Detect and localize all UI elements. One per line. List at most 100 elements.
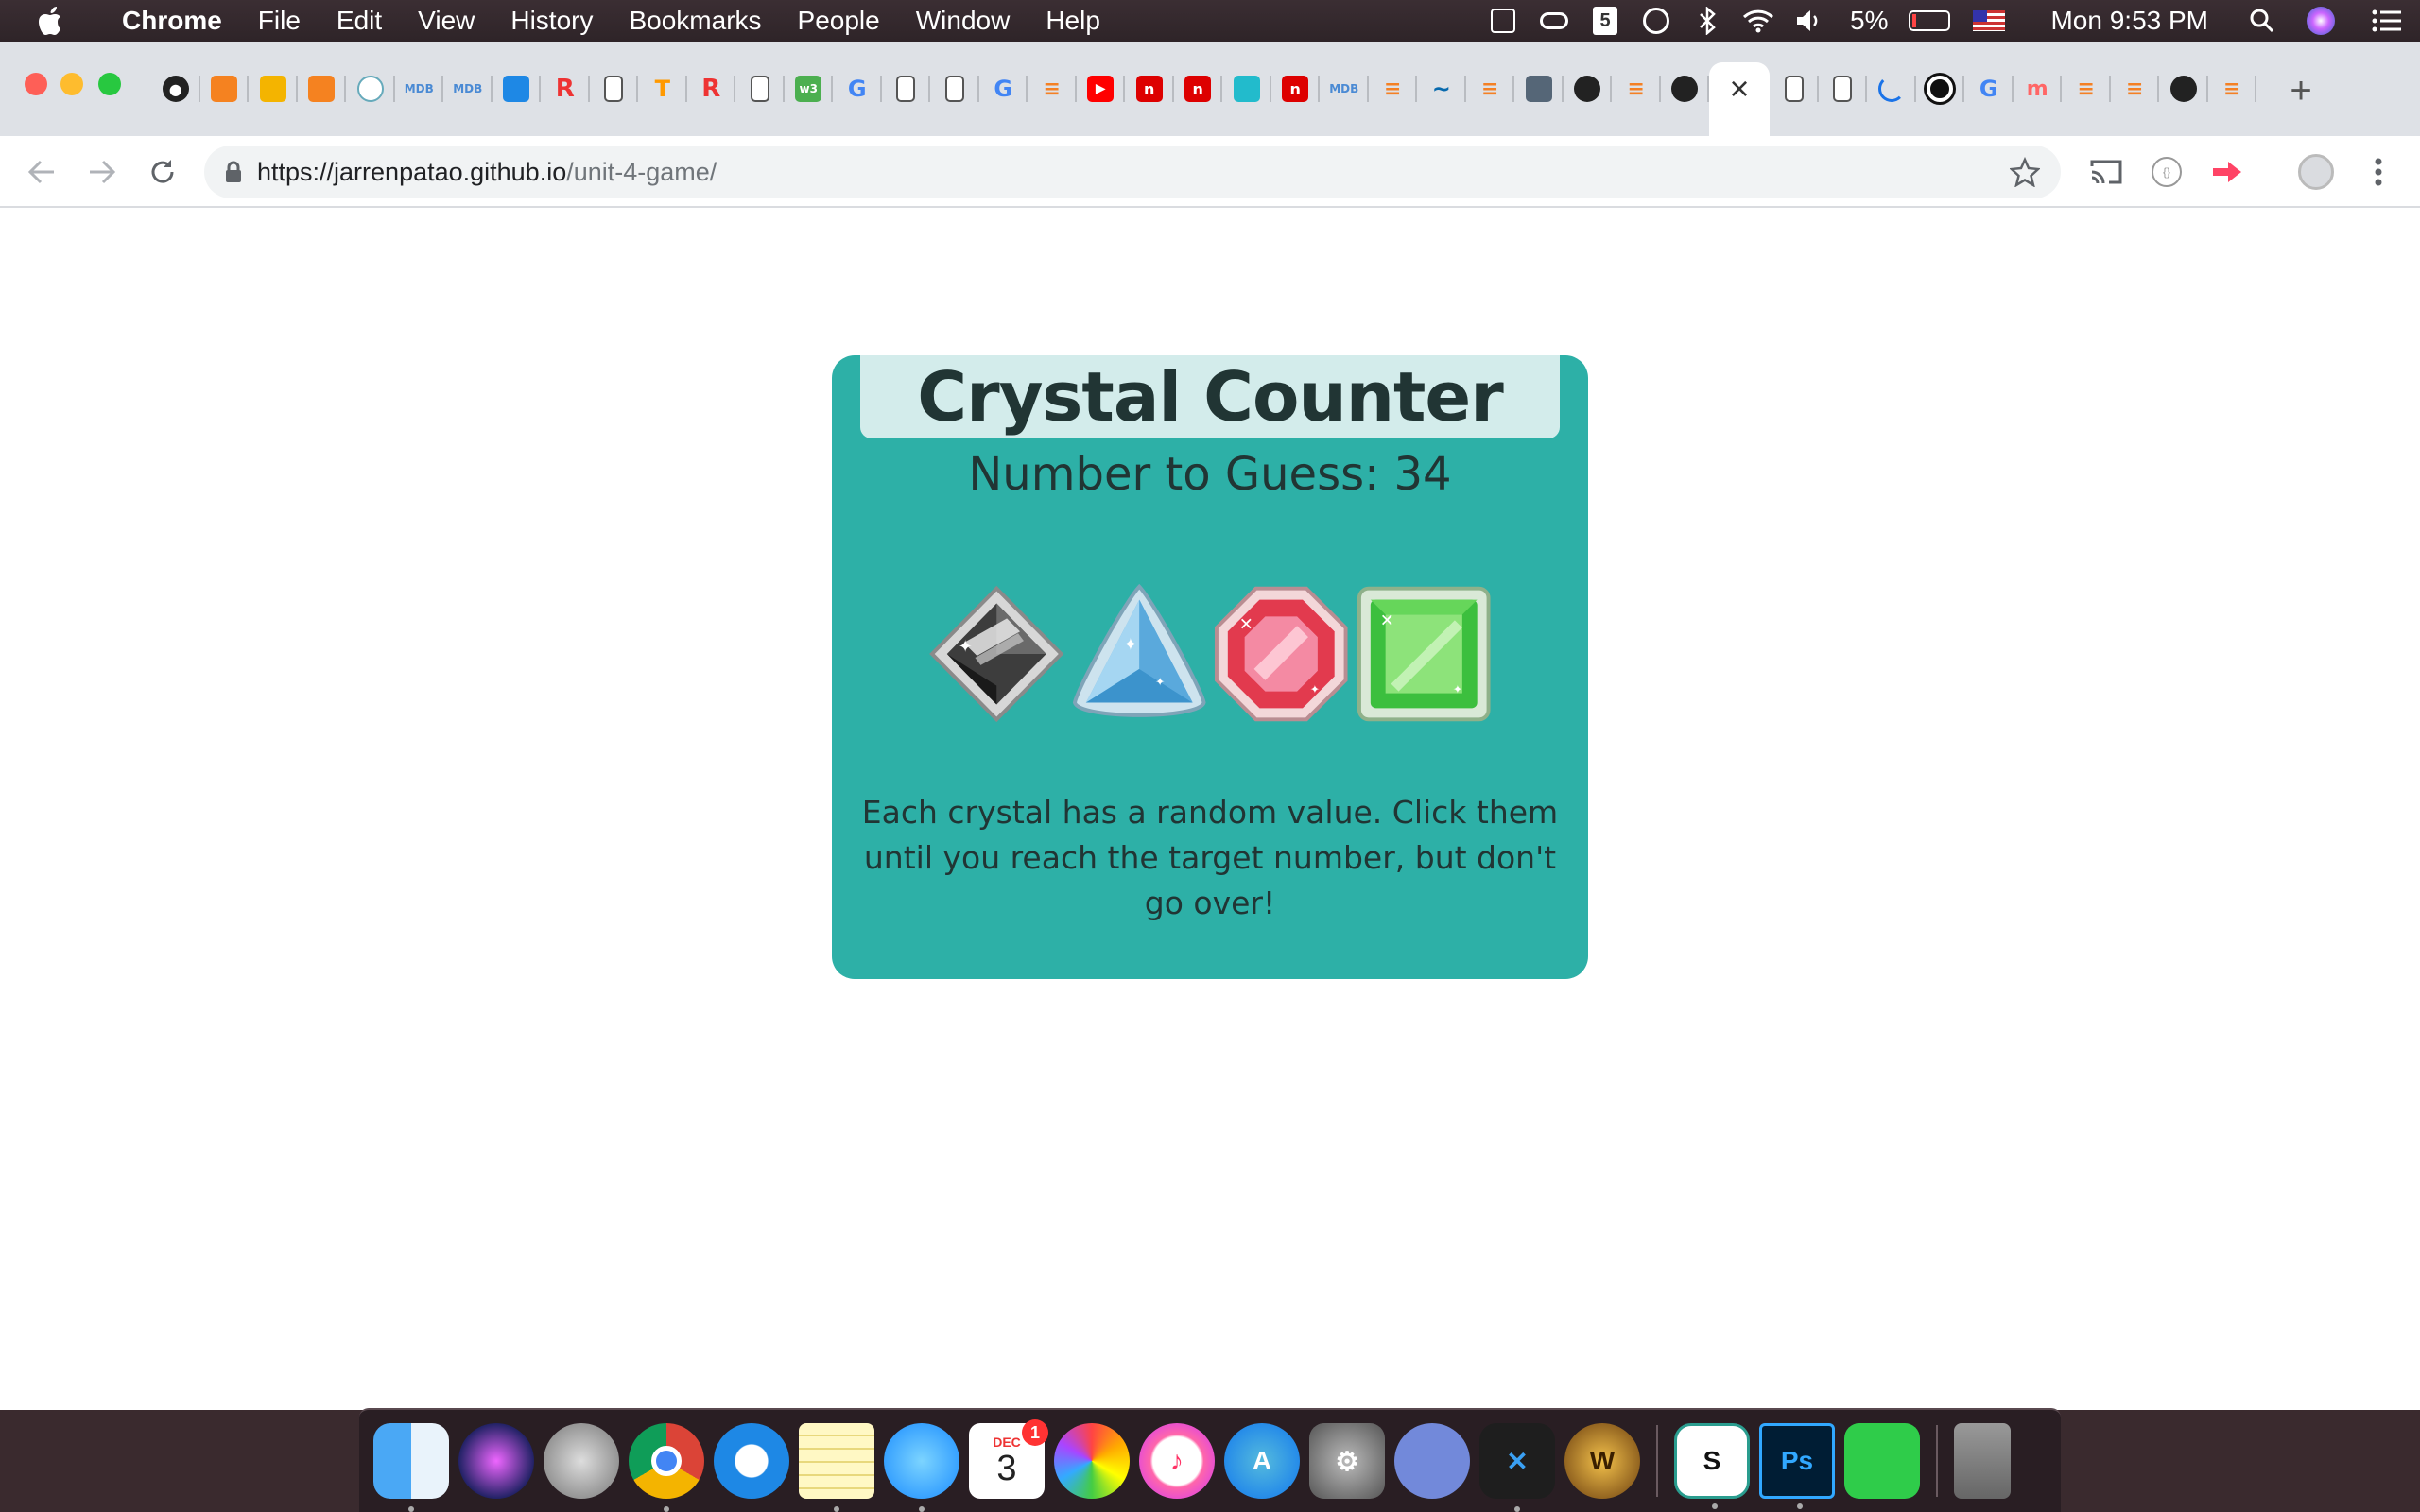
tab-loading[interactable] — [1867, 62, 1916, 115]
safari-app-icon[interactable] — [714, 1423, 789, 1499]
wifi-icon[interactable] — [1733, 0, 1784, 42]
tab-doc-5[interactable] — [1770, 62, 1819, 115]
tab-chart[interactable] — [1222, 62, 1271, 115]
tab-stackoverflow-2[interactable]: ≡ — [1369, 62, 1418, 115]
app-store-icon[interactable]: A — [1224, 1423, 1300, 1499]
menu-chrome[interactable]: Chrome — [104, 6, 240, 36]
system-preferences-icon[interactable]: ⚙ — [1309, 1423, 1385, 1499]
red-crystal[interactable]: ✕ ✦ — [1211, 582, 1352, 726]
json-extension-icon[interactable]: {} — [2144, 149, 2189, 195]
window-minimize-button[interactable] — [60, 73, 83, 95]
tab-w3[interactable]: w3 — [785, 62, 834, 115]
new-tab-button[interactable]: + — [2274, 70, 2327, 112]
extension-arrow-icon[interactable] — [2204, 149, 2250, 195]
tab-stackoverflow-5[interactable]: ≡ — [2062, 62, 2111, 115]
bookmark-app-icon[interactable] — [1478, 0, 1529, 42]
tab-doc-3[interactable] — [882, 62, 931, 115]
finder-app-icon[interactable] — [373, 1423, 449, 1512]
tab-orange-2[interactable] — [298, 62, 347, 115]
tab-r-2[interactable]: R — [687, 62, 736, 115]
tab-n-2[interactable]: n — [1174, 62, 1223, 115]
tab-google-3[interactable]: G — [1964, 62, 2014, 115]
tab-doc-4[interactable] — [930, 62, 979, 115]
menubar-clock[interactable]: Mon 9:53 PM — [2022, 6, 2237, 36]
slack-sketch-app-icon[interactable]: S — [1674, 1423, 1750, 1509]
us-flag-icon[interactable] — [1956, 0, 2022, 42]
notification-center-icon[interactable] — [2354, 0, 2420, 42]
window-maximize-button[interactable] — [98, 73, 121, 95]
lock-icon[interactable] — [225, 161, 242, 183]
volume-icon[interactable] — [1784, 0, 1835, 42]
tab-google-2[interactable]: G — [979, 62, 1028, 115]
tab-jquery[interactable]: ~ — [1417, 62, 1466, 115]
window-close-button[interactable] — [25, 73, 47, 95]
profile-avatar-icon[interactable] — [2293, 149, 2339, 195]
battery-icon[interactable] — [1903, 0, 1956, 42]
tab-map[interactable] — [1514, 62, 1564, 115]
forward-button[interactable] — [76, 146, 129, 198]
black-crystal[interactable]: ✦ — [926, 582, 1067, 726]
menu-history[interactable]: History — [493, 6, 611, 36]
address-bar[interactable]: https://jarrenpatao.github.io/unit-4-gam… — [204, 146, 2061, 198]
menu-people[interactable]: People — [780, 6, 898, 36]
html5-icon[interactable]: 5 — [1580, 0, 1631, 42]
tab-pink-logo[interactable]: m — [2014, 62, 2063, 115]
tab-doc-6[interactable] — [1819, 62, 1868, 115]
bookmark-star-icon[interactable] — [2009, 156, 2041, 194]
tab-stackoverflow-6[interactable]: ≡ — [2111, 62, 2160, 115]
tab-dark-logo-2[interactable] — [1661, 62, 1710, 115]
notes-app-icon[interactable] — [799, 1423, 874, 1512]
tab-flag[interactable] — [493, 62, 542, 115]
menu-view[interactable]: View — [400, 6, 493, 36]
vscode-app-icon[interactable]: ✕ — [1479, 1423, 1555, 1512]
tab-google-1[interactable]: G — [833, 62, 882, 115]
tab-mdb-2[interactable]: MDB — [443, 62, 493, 115]
launchpad-app-icon[interactable] — [544, 1423, 619, 1499]
siri-app-icon[interactable] — [458, 1423, 534, 1499]
menu-window[interactable]: Window — [898, 6, 1028, 36]
apple-menu-icon[interactable] — [0, 6, 104, 36]
tab-n-1[interactable]: n — [1125, 62, 1174, 115]
tab-github[interactable]: ● — [151, 62, 200, 115]
menu-help[interactable]: Help — [1028, 6, 1118, 36]
chrome-app-icon[interactable] — [629, 1423, 704, 1512]
tab-slides[interactable] — [249, 62, 298, 115]
menu-edit[interactable]: Edit — [319, 6, 400, 36]
photoshop-app-icon[interactable]: Ps — [1759, 1423, 1835, 1509]
tab-orange-1[interactable] — [200, 62, 250, 115]
tab-tensorflow[interactable]: T — [638, 62, 687, 115]
reload-button[interactable] — [136, 146, 189, 198]
tab-record[interactable] — [1916, 62, 1965, 115]
tab-stackoverflow-7[interactable]: ≡ — [2208, 62, 2257, 115]
tab-doc-2[interactable] — [735, 62, 785, 115]
tab-mdb-1[interactable]: MDB — [395, 62, 444, 115]
world-of-warcraft-app-icon[interactable]: W — [1564, 1423, 1640, 1499]
menu-bookmarks[interactable]: Bookmarks — [611, 6, 779, 36]
calendar-app-icon[interactable]: DEC 3 1 — [969, 1419, 1048, 1499]
tab-dark-logo-1[interactable] — [1564, 62, 1613, 115]
back-button[interactable] — [15, 146, 68, 198]
cast-icon[interactable] — [2083, 149, 2129, 195]
photos-app-icon[interactable] — [1054, 1423, 1130, 1499]
tab-r-1[interactable]: R — [541, 62, 590, 115]
chrome-menu-icon[interactable] — [2356, 149, 2401, 195]
tab-stackoverflow-3[interactable]: ≡ — [1466, 62, 1515, 115]
tab-doc-1[interactable] — [590, 62, 639, 115]
trash-icon[interactable] — [1954, 1423, 2011, 1499]
bluetooth-icon[interactable] — [1682, 0, 1733, 42]
discord-app-icon[interactable] — [1394, 1423, 1470, 1499]
green-crystal[interactable]: ✕ ✦ — [1354, 582, 1495, 726]
time-machine-icon[interactable] — [1631, 0, 1682, 42]
tab-active-crystal-counter[interactable]: × — [1709, 62, 1770, 136]
tab-dark-logo-3[interactable] — [2159, 62, 2208, 115]
spotlight-search-icon[interactable] — [2237, 0, 2288, 42]
tab-mdb-3[interactable]: MDB — [1320, 62, 1369, 115]
tab-stackoverflow-1[interactable]: ≡ — [1028, 62, 1077, 115]
blue-crystal[interactable]: ✦ ✦ — [1069, 582, 1210, 726]
tab-n-3[interactable]: n — [1271, 62, 1321, 115]
itunes-app-icon[interactable]: ♪ — [1139, 1423, 1215, 1499]
tab-cloud[interactable] — [346, 62, 395, 115]
creative-cloud-icon[interactable] — [1529, 0, 1580, 42]
tab-close-icon[interactable]: × — [1729, 72, 1749, 106]
menu-file[interactable]: File — [240, 6, 319, 36]
